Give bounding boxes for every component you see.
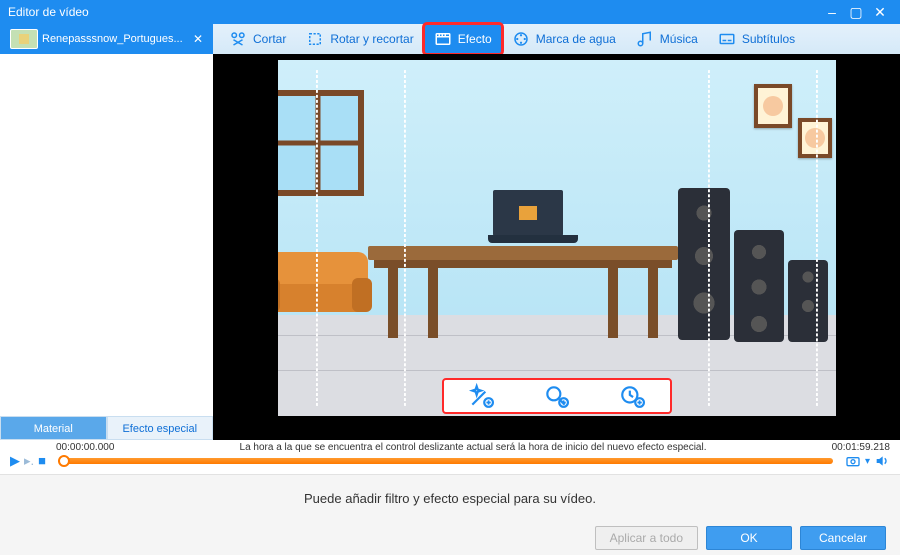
add-zoom-effect-button[interactable]	[539, 382, 573, 410]
timeline-hint: La hora a la que se encuentra el control…	[122, 442, 823, 453]
close-button[interactable]: ✕	[868, 0, 892, 24]
file-tab-area: Renepasssnow_Portugues... ✕	[0, 24, 213, 54]
reel-icon	[512, 30, 530, 48]
scene-speaker-large	[678, 188, 730, 340]
add-magic-effect-button[interactable]	[464, 382, 498, 410]
minimize-button[interactable]: –	[820, 0, 844, 24]
file-tab-close-icon[interactable]: ✕	[193, 32, 203, 46]
film-icon	[434, 30, 452, 48]
file-tab[interactable]: Renepasssnow_Portugues... ✕	[6, 27, 207, 51]
volume-icon[interactable]	[874, 453, 890, 469]
wand-plus-icon	[468, 383, 494, 409]
rotate-crop-button[interactable]: Rotar y recortar	[296, 24, 423, 54]
file-thumbnail	[10, 29, 38, 49]
subtitles-icon	[718, 30, 736, 48]
guide-line	[316, 70, 318, 406]
cut-label: Cortar	[253, 32, 286, 46]
snapshot-chevron-icon[interactable]: ▾	[865, 456, 870, 467]
cut-icon	[229, 30, 247, 48]
timeline-knob[interactable]	[58, 455, 70, 467]
crop-icon	[306, 30, 324, 48]
file-tab-label: Renepasssnow_Portugues...	[42, 33, 189, 45]
apply-all-button[interactable]: Aplicar a todo	[595, 526, 698, 550]
music-icon	[636, 30, 654, 48]
scene-frame-1	[754, 84, 792, 128]
music-button[interactable]: Música	[626, 24, 708, 54]
music-label: Música	[660, 32, 698, 46]
guide-line	[816, 70, 818, 406]
cancel-button[interactable]: Cancelar	[800, 526, 886, 550]
guide-line	[708, 70, 710, 406]
guide-line	[404, 70, 406, 406]
scene-table	[368, 246, 678, 342]
stop-button[interactable]: ■	[38, 453, 46, 469]
zoom-plus-icon	[543, 383, 569, 409]
snapshot-icon[interactable]	[845, 453, 861, 469]
scene-window	[278, 90, 364, 196]
play-controls: ▶ ▸. ■	[10, 453, 46, 469]
subtitles-label: Subtítulos	[742, 32, 795, 46]
timeline-track[interactable]	[58, 458, 833, 464]
bottom-hint: Puede añadir filtro y efecto especial pa…	[0, 475, 900, 521]
tab-special-effect[interactable]: Efecto especial	[107, 416, 214, 440]
scene-sofa	[278, 252, 368, 330]
bottom-panel: Puede añadir filtro y efecto especial pa…	[0, 474, 900, 555]
add-time-effect-button[interactable]	[615, 382, 649, 410]
top-row: Renepasssnow_Portugues... ✕ Cortar Rotar…	[0, 24, 900, 54]
window-title: Editor de vídeo	[8, 5, 820, 19]
time-end: 00:01:59.218	[832, 442, 890, 453]
scene-laptop	[488, 190, 568, 243]
video-preview[interactable]	[278, 60, 836, 416]
titlebar: Editor de vídeo – ▢ ✕	[0, 0, 900, 24]
scene-speaker-small	[788, 260, 828, 342]
play-button[interactable]: ▶	[10, 453, 20, 469]
watermark-label: Marca de agua	[536, 32, 616, 46]
cut-button[interactable]: Cortar	[219, 24, 296, 54]
watermark-button[interactable]: Marca de agua	[502, 24, 626, 54]
button-row: Aplicar a todo OK Cancelar	[0, 521, 900, 555]
sidebar-tabs: Material Efecto especial	[0, 416, 213, 440]
time-start: 00:00:00.000	[56, 442, 114, 453]
effect-action-bar	[442, 378, 672, 414]
subtitles-button[interactable]: Subtítulos	[708, 24, 805, 54]
step-button[interactable]: ▸.	[24, 453, 34, 469]
scene-speaker-medium	[734, 230, 784, 342]
video-stage	[213, 54, 900, 440]
maximize-button[interactable]: ▢	[844, 0, 868, 24]
playback-bar: 00:00:00.000 La hora a la que se encuent…	[0, 440, 900, 474]
effect-label: Efecto	[458, 32, 492, 46]
main-area: Material Efecto especial	[0, 54, 900, 440]
effect-button[interactable]: Efecto	[424, 24, 502, 54]
toolbar: Cortar Rotar y recortar Efecto Marca de …	[213, 24, 900, 54]
scene-frame-2	[798, 118, 832, 158]
ok-button[interactable]: OK	[706, 526, 792, 550]
clock-plus-icon	[619, 383, 645, 409]
sidebar: Material Efecto especial	[0, 54, 213, 440]
tab-material[interactable]: Material	[0, 416, 107, 440]
rotate-crop-label: Rotar y recortar	[330, 32, 413, 46]
